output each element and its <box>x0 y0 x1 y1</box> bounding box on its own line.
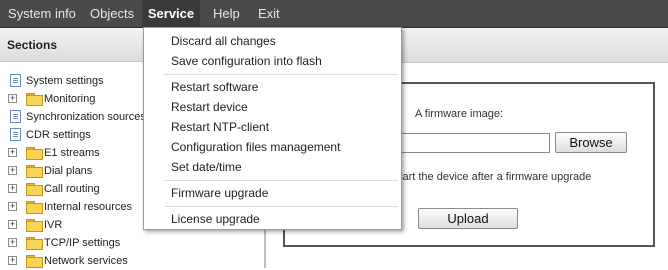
folder-icon <box>26 219 43 232</box>
tree-item-label: Synchronization sources <box>26 111 146 123</box>
tree-item-label: IVR <box>44 219 63 231</box>
document-icon <box>10 128 21 141</box>
menu-item-config-files[interactable]: Configuration files management <box>171 138 340 157</box>
menu-item-set-datetime[interactable]: Set date/time <box>171 158 242 177</box>
expand-icon[interactable]: + <box>8 184 17 193</box>
tree-item-label: CDR settings <box>26 129 91 141</box>
expand-icon[interactable]: + <box>8 202 17 211</box>
menu-separator <box>164 180 398 181</box>
expand-icon[interactable]: + <box>8 220 17 229</box>
expand-icon[interactable]: + <box>8 148 17 157</box>
menu-help[interactable]: Help <box>213 0 240 27</box>
expand-icon[interactable]: + <box>8 166 17 175</box>
document-icon <box>10 110 21 123</box>
service-menu-dropdown: Discard all changes Save configuration i… <box>143 27 402 230</box>
tree-item-label: Network services <box>44 255 128 267</box>
tree-item-label: Dial plans <box>44 165 93 177</box>
tree-item-label: Internal resources <box>44 201 133 213</box>
folder-icon <box>26 201 43 214</box>
browse-button[interactable]: Browse <box>555 132 627 153</box>
menu-separator <box>164 206 398 207</box>
menu-separator <box>164 74 398 75</box>
folder-icon <box>26 183 43 196</box>
folder-icon <box>26 147 43 160</box>
tree-item-label: Monitoring <box>44 93 96 105</box>
tree-item-label: TCP/IP settings <box>44 237 121 249</box>
expand-icon[interactable]: + <box>8 256 17 265</box>
menu-exit[interactable]: Exit <box>258 0 280 27</box>
folder-icon <box>26 255 43 268</box>
firmware-image-label: A firmware image: <box>415 108 504 120</box>
upload-button[interactable]: Upload <box>418 208 518 229</box>
menu-item-license-upgrade[interactable]: License upgrade <box>171 210 260 229</box>
document-icon <box>10 74 21 87</box>
expand-icon[interactable]: + <box>8 94 17 103</box>
menu-objects[interactable]: Objects <box>90 0 134 27</box>
menu-item-restart-device[interactable]: Restart device <box>171 98 248 117</box>
folder-icon <box>26 165 43 178</box>
menu-item-restart-software[interactable]: Restart software <box>171 78 258 97</box>
tree-item-label: Call routing <box>44 183 100 195</box>
folder-icon <box>26 237 43 250</box>
tree-item-label: System settings <box>26 75 104 87</box>
folder-icon <box>26 93 43 106</box>
menu-service[interactable]: Service <box>142 0 200 27</box>
menu-system-info[interactable]: System info <box>8 0 76 27</box>
menu-item-restart-ntp[interactable]: Restart NTP-client <box>171 118 269 137</box>
expand-icon[interactable]: + <box>8 238 17 247</box>
menu-item-firmware-upgrade[interactable]: Firmware upgrade <box>171 184 268 203</box>
menu-bar: System info Objects Service Help Exit <box>0 0 668 28</box>
tree-item-label: E1 streams <box>44 147 100 159</box>
menu-item-discard-changes[interactable]: Discard all changes <box>171 32 276 51</box>
menu-item-save-config[interactable]: Save configuration into flash <box>171 52 322 71</box>
